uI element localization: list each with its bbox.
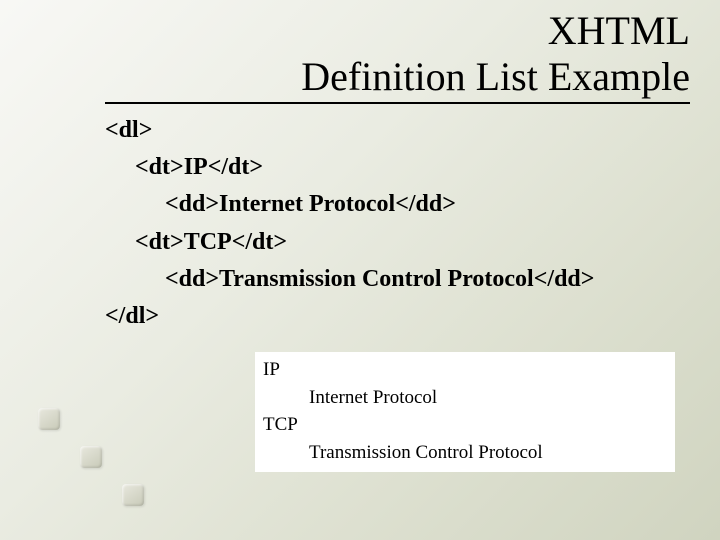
rendered-output: IP Internet Protocol TCP Transmission Co… <box>255 352 675 472</box>
title-line-1: XHTML <box>301 8 690 54</box>
code-line-1: <dl> <box>105 112 594 149</box>
output-dt-1: IP <box>263 356 667 384</box>
bullet-decor-1 <box>38 408 60 430</box>
slide-title: XHTML Definition List Example <box>301 8 690 100</box>
code-line-5: <dd>Transmission Control Protocol</dd> <box>105 261 594 298</box>
title-underline <box>105 102 690 104</box>
output-dd-2: Transmission Control Protocol <box>263 439 667 467</box>
code-example: <dl> <dt>IP</dt> <dd>Internet Protocol</… <box>105 112 594 335</box>
output-dd-1: Internet Protocol <box>263 384 667 412</box>
title-line-2: Definition List Example <box>301 54 690 100</box>
bullet-decor-3 <box>122 484 144 506</box>
output-dt-2: TCP <box>263 411 667 439</box>
code-line-2: <dt>IP</dt> <box>105 149 594 186</box>
code-line-4: <dt>TCP</dt> <box>105 224 594 261</box>
code-line-3: <dd>Internet Protocol</dd> <box>105 186 594 223</box>
code-line-6: </dl> <box>105 298 594 335</box>
bullet-decor-2 <box>80 446 102 468</box>
